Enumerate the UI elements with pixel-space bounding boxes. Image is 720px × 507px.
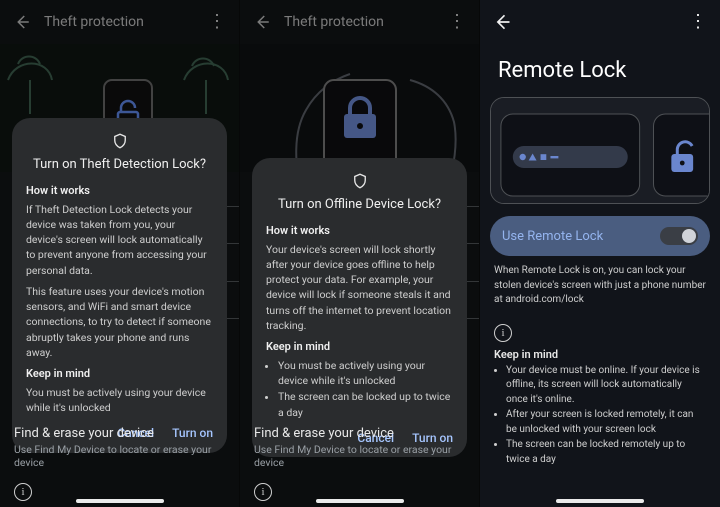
- find-erase-subtitle: Use Find My Device to locate or erase yo…: [14, 443, 225, 469]
- remote-lock-illustration: [490, 97, 710, 204]
- home-indicator[interactable]: [76, 499, 164, 503]
- remote-lock-description: When Remote Lock is on, you can lock you…: [480, 262, 720, 310]
- dialog-title: Turn on Offline Device Lock?: [266, 196, 453, 215]
- keep-in-mind-item: Your device must be online. If your devi…: [506, 364, 706, 408]
- theft-detection-dialog: Turn on Theft Detection Lock? How it wor…: [12, 118, 227, 453]
- keep-in-mind-item: You must be actively using your device w…: [278, 358, 453, 388]
- panel-theft-detection: Theft protection ⋮: [0, 0, 240, 507]
- keep-in-mind-item: After your screen is locked remotely, it…: [506, 408, 706, 437]
- info-icon: i: [14, 483, 32, 501]
- toggle-switch[interactable]: [660, 227, 698, 245]
- keep-in-mind-heading: Keep in mind: [266, 339, 453, 355]
- info-icon: i: [494, 324, 512, 342]
- keep-in-mind-heading: Keep in mind: [26, 366, 213, 382]
- header: ⋮: [480, 0, 720, 44]
- keep-in-mind-list: You must be actively using your device w…: [278, 358, 453, 420]
- home-indicator[interactable]: [316, 499, 404, 503]
- panel-remote-lock: ⋮ Remote Lock: [480, 0, 720, 507]
- how-it-works-text-1: If Theft Detection Lock detects your dev…: [26, 202, 213, 278]
- use-remote-lock-toggle-row[interactable]: Use Remote Lock: [490, 216, 710, 256]
- panel-offline-lock: Theft protection ⋮: [240, 0, 480, 507]
- how-it-works-text: Your device's screen will lock shortly a…: [266, 242, 453, 333]
- overflow-menu-button[interactable]: ⋮: [684, 8, 712, 36]
- keep-in-mind-heading: Keep in mind: [494, 348, 706, 361]
- how-it-works-heading: How it works: [266, 223, 453, 239]
- home-indicator[interactable]: [556, 499, 644, 503]
- how-it-works-heading: How it works: [26, 183, 213, 199]
- arrow-left-icon: [492, 12, 512, 32]
- keep-in-mind-item: The screen can be locked remotely up to …: [506, 438, 706, 467]
- keep-in-mind-list: Your device must be online. If your devi…: [506, 364, 706, 468]
- more-vert-icon: ⋮: [689, 13, 707, 31]
- page-title: Remote Lock: [480, 44, 720, 89]
- toggle-label: Use Remote Lock: [502, 229, 603, 244]
- dialog-title: Turn on Theft Detection Lock?: [26, 156, 213, 175]
- how-it-works-text-2: This feature uses your device's motion s…: [26, 284, 213, 360]
- find-erase-title[interactable]: Find & erase your device: [14, 426, 225, 441]
- shield-icon: [266, 172, 453, 190]
- find-erase-title[interactable]: Find & erase your device: [254, 426, 465, 441]
- info-icon: i: [254, 483, 272, 501]
- back-button[interactable]: [488, 8, 516, 36]
- keep-in-mind-text: You must be actively using your device w…: [26, 385, 213, 415]
- shield-icon: [26, 132, 213, 150]
- find-erase-subtitle: Use Find My Device to locate or erase yo…: [254, 443, 465, 469]
